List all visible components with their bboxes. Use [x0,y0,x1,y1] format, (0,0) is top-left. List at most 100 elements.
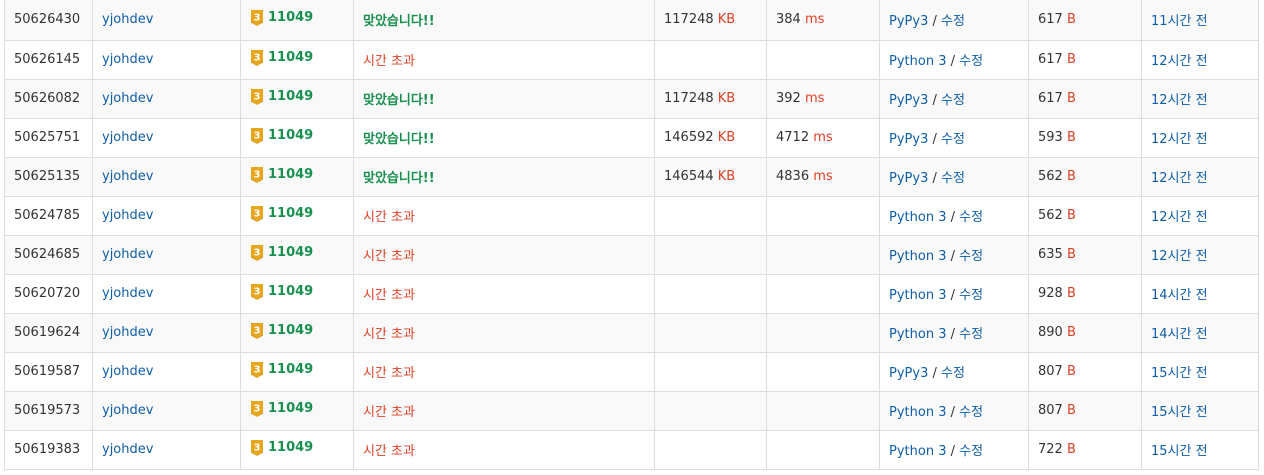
result-text[interactable]: 시간 초과 [363,288,415,303]
edit-link[interactable]: 수정 [959,288,983,303]
problem-link[interactable]: 11049 [268,128,313,143]
table-row: 50624685 yjohdev 3 11049 시간 초과 Python 3 … [4,235,1259,275]
submitted-time-link[interactable]: 12시간 전 [1151,249,1208,264]
result-cell: 맞았습니다!! [353,0,655,41]
problem-link[interactable]: 11049 [268,245,313,260]
problem-cell: 3 11049 [240,430,354,470]
result-text[interactable]: 시간 초과 [363,444,415,459]
gold-tier-badge-icon: 3 [251,400,263,417]
submission-id: 50620720 [14,286,81,301]
edit-link[interactable]: 수정 [941,366,965,381]
edit-link[interactable]: 수정 [959,405,983,420]
problem-link[interactable]: 11049 [268,206,313,221]
result-text[interactable]: 맞았습니다!! [363,14,435,29]
tier-level: 3 [254,130,261,141]
user-link[interactable]: yjohdev [102,286,153,301]
tier-level: 3 [254,403,261,414]
user-link[interactable]: yjohdev [102,364,153,379]
user-link[interactable]: yjohdev [102,247,153,262]
language-link[interactable]: Python 3 [889,210,946,225]
problem-link[interactable]: 11049 [268,440,313,455]
result-text[interactable]: 맞았습니다!! [363,132,435,147]
result-text[interactable]: 맞았습니다!! [363,171,435,186]
submitted-time-cell: 12시간 전 [1141,196,1259,236]
problem-link[interactable]: 11049 [268,323,313,338]
submission-id-cell: 50625751 [4,118,93,158]
user-link[interactable]: yjohdev [102,91,153,106]
submitted-time-link[interactable]: 15시간 전 [1151,444,1208,459]
result-text[interactable]: 시간 초과 [363,327,415,342]
user-link[interactable]: yjohdev [102,169,153,184]
edit-link[interactable]: 수정 [959,327,983,342]
memory-cell [654,235,767,275]
submitted-time-link[interactable]: 12시간 전 [1151,93,1208,108]
problem-link[interactable]: 11049 [268,10,313,25]
submitted-time-link[interactable]: 15시간 전 [1151,366,1208,381]
language-cell: PyPy3 / 수정 [879,157,1029,197]
user-link[interactable]: yjohdev [102,442,153,457]
result-text[interactable]: 시간 초과 [363,249,415,264]
code-length-value: 617 [1038,12,1063,28]
user-link[interactable]: yjohdev [102,325,153,340]
result-text[interactable]: 시간 초과 [363,405,415,420]
user-link[interactable]: yjohdev [102,130,153,145]
gold-tier-badge-icon: 3 [251,361,263,378]
problem-link[interactable]: 11049 [268,50,313,65]
result-text[interactable]: 시간 초과 [363,366,415,381]
language-link[interactable]: PyPy3 [889,93,928,108]
user-cell: yjohdev [92,79,241,119]
user-link[interactable]: yjohdev [102,52,153,67]
submitted-time-link[interactable]: 12시간 전 [1151,171,1208,186]
language-link[interactable]: Python 3 [889,405,946,420]
problem-link[interactable]: 11049 [268,89,313,104]
submitted-time-link[interactable]: 15시간 전 [1151,405,1208,420]
problem-link[interactable]: 11049 [268,167,313,182]
language-link[interactable]: Python 3 [889,54,946,69]
code-length-cell: 593 B [1028,118,1142,158]
edit-link[interactable]: 수정 [941,132,965,147]
time-cell [766,391,880,431]
result-text[interactable]: 시간 초과 [363,210,415,225]
result-text[interactable]: 시간 초과 [363,54,415,69]
submitted-time-link[interactable]: 11시간 전 [1151,14,1208,29]
problem-tier: 3 11049 [250,400,313,417]
user-link[interactable]: yjohdev [102,403,153,418]
submission-id: 50624685 [14,247,81,262]
submitted-time-link[interactable]: 12시간 전 [1151,132,1208,147]
edit-link[interactable]: 수정 [959,249,983,264]
submission-id: 50619624 [14,325,81,340]
edit-link[interactable]: 수정 [959,444,983,459]
edit-link[interactable]: 수정 [941,14,965,29]
submitted-time-link[interactable]: 14시간 전 [1151,327,1208,342]
language-separator: / [932,14,937,30]
language-link[interactable]: PyPy3 [889,366,928,381]
language-separator: / [950,288,955,303]
submitted-time-link[interactable]: 12시간 전 [1151,54,1208,69]
problem-link[interactable]: 11049 [268,362,313,377]
edit-link[interactable]: 수정 [959,54,983,69]
submission-id-cell: 50625135 [4,157,93,197]
language-cell: Python 3 / 수정 [879,391,1029,431]
submitted-time-link[interactable]: 12시간 전 [1151,210,1208,225]
user-link[interactable]: yjohdev [102,208,153,223]
submitted-time-link[interactable]: 14시간 전 [1151,288,1208,303]
language-link[interactable]: Python 3 [889,444,946,459]
language-link[interactable]: Python 3 [889,327,946,342]
user-link[interactable]: yjohdev [102,12,153,27]
problem-link[interactable]: 11049 [268,401,313,416]
language-link[interactable]: PyPy3 [889,132,928,147]
language-link[interactable]: PyPy3 [889,14,928,29]
problem-tier: 3 11049 [250,88,313,105]
language-link[interactable]: Python 3 [889,249,946,264]
language-link[interactable]: Python 3 [889,288,946,303]
result-text[interactable]: 맞았습니다!! [363,93,435,108]
language-link[interactable]: PyPy3 [889,171,928,186]
code-length-value: 890 [1038,325,1063,340]
code-length-cell: 722 B [1028,430,1142,470]
edit-link[interactable]: 수정 [941,93,965,108]
edit-link[interactable]: 수정 [959,210,983,225]
edit-link[interactable]: 수정 [941,171,965,186]
submission-id-cell: 50626082 [4,79,93,119]
gold-tier-badge-icon: 3 [251,283,263,300]
problem-link[interactable]: 11049 [268,284,313,299]
